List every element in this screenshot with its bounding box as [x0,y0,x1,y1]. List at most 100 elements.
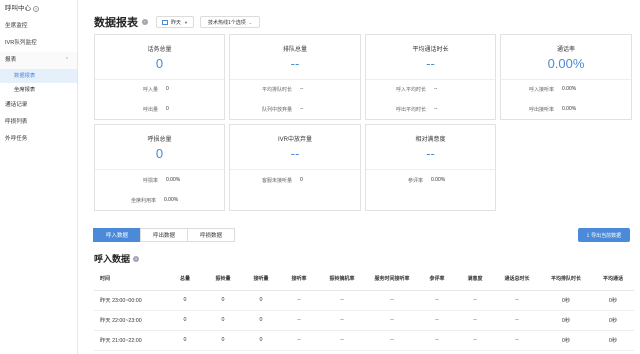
table-row: 昨天 22:00~23:00 0 0 0 -- -- -- -- -- -- 0… [94,310,634,331]
column-header[interactable]: 时间 [94,268,166,291]
card-row-value: 0.00% [562,86,577,92]
card-title: IVR中放弃量 [277,137,312,143]
card-satisfaction: 相对满意度 -- 参评率 0.00% [365,124,496,211]
column-header[interactable]: 总量 [166,268,204,291]
column-header[interactable]: 通话总时长 [494,268,540,291]
page-title: 数据报表 [94,17,138,29]
export-button[interactable]: ⤓ 导出当前数据 [578,228,630,242]
card-row-label: 呼入量 [143,87,159,93]
table-cell: 0秒 [540,290,592,311]
filter-select-value: 技术热线1个选项 [207,19,246,26]
card-row-label: 呼出接听率 [529,107,555,113]
card-title: 相对满意度 [415,137,446,143]
section-title-text: 呼入数据 [94,254,131,264]
column-header[interactable]: 服务时间接听率 [366,268,418,291]
card-row-value: 0.00% [562,106,577,112]
card-connect-rate: 通话率 0.00% 呼入接听率 0.00% 呼出接听率 0.00% [500,34,632,120]
column-header[interactable]: 平均通话 [592,268,634,291]
card-divider [95,169,224,170]
tab-outbound[interactable]: 呼出数据 [140,228,188,242]
page-header: 数据报表 i 昨天 ▼ 技术热线1个选项 ⌄ [94,14,261,30]
date-select[interactable]: 昨天 ▼ [156,16,194,28]
table-cell: -- [494,290,540,311]
card-divider [501,79,631,80]
card-row-label: 呼损率 [143,178,159,184]
table-cell: 0 [166,330,204,351]
column-header[interactable]: 振铃摘机率 [318,268,366,291]
tab-call-loss[interactable]: 呼损数据 [187,228,235,242]
card-row: 呼入接听率 0.00% [529,86,576,93]
card-value: -- [290,56,300,71]
table-cell: -- [318,310,366,331]
section-title: 呼入数据 i [94,252,140,265]
table-cell: 0秒 [540,310,592,331]
table-cell: 0 [204,310,242,331]
card-row-value: 0 [166,106,169,112]
table-row: 昨天 21:00~22:00 0 0 0 -- -- -- -- -- -- 0… [94,330,634,351]
table-cell: -- [456,290,494,311]
calendar-icon [162,19,168,25]
tab-inbound[interactable]: 呼入数据 [93,228,141,242]
card-value: -- [426,146,435,161]
column-header[interactable]: 平均排队时长 [540,268,592,291]
table-cell: -- [494,310,540,331]
sidebar-item-label: IVR队列监控 [5,40,37,46]
help-icon[interactable]: ? [33,6,39,12]
card-row-label: 坐席利用率 [131,198,157,204]
sidebar-title-text: 呼叫中心 [5,5,31,12]
table-cell: 0秒 [540,330,592,351]
column-header[interactable]: 满意度 [456,268,494,291]
sidebar-item-label: 呼损列表 [5,119,28,125]
card-title: 呼损总量 [147,137,172,143]
card-row-label: 队列中放弃量 [262,107,293,113]
table-cell: 0 [166,310,204,331]
chevron-down-icon: ▼ [184,19,188,25]
table-cell: -- [318,290,366,311]
data-tabs: 呼入数据 呼出数据 呼损数据 [93,228,235,242]
card-row-label: 呼入接听率 [529,87,555,93]
column-header[interactable]: 接听量 [242,268,280,291]
filter-select[interactable]: 技术热线1个选项 ⌄ [199,16,261,28]
card-divider [230,79,360,80]
card-row-value: 0 [166,86,169,92]
table-cell: 0秒 [592,290,634,311]
date-select-value: 昨天 [171,19,182,26]
sidebar-item-outbound-tasks[interactable]: 外呼任务 [0,131,77,148]
chevron-down-icon: ⌄ [248,19,253,25]
table-row: 昨天 23:00~00:00 0 0 0 -- -- -- -- -- -- 0… [94,290,634,311]
column-header[interactable]: 振铃量 [204,268,242,291]
sidebar-item-seat-monitor[interactable]: 坐席监控 [0,18,77,35]
card-row: 呼损率 0.00% [143,177,180,184]
table-cell: 昨天 22:00~23:00 [94,310,166,331]
sidebar-item-call-loss-list[interactable]: 呼损列表 [0,114,77,131]
table-cell: -- [456,330,494,351]
table-cell: -- [418,310,456,331]
card-inbound-total: 话务总量 0 呼入量 0 呼出量 0 [94,34,225,120]
info-icon[interactable]: i [133,255,140,262]
card-row: 队列中放弃量 -- [262,106,303,113]
table-cell: -- [494,330,540,351]
card-row: 呼入平均时长 -- [396,86,437,93]
sidebar-item-reports[interactable]: 报表 ⌃ [0,52,77,69]
export-button-label: 导出当前数据 [591,232,622,239]
sidebar-subitem-data-report[interactable]: 数据报表 [0,69,77,83]
card-row: 呼入量 0 [143,86,169,93]
table-cell: -- [366,330,418,351]
table-cell: 0秒 [592,330,634,351]
card-value: 0 [155,146,164,161]
sidebar-item-ivr-monitor[interactable]: IVR队列监控 [0,35,77,52]
card-row-value: -- [300,86,304,92]
table-cell: 0 [242,290,280,311]
card-avg-talk: 平均通话时长 -- 呼入平均时长 -- 呼出平均时长 -- [365,34,496,120]
table-cell: 0 [242,330,280,351]
column-header[interactable]: 接听率 [280,268,318,291]
info-icon[interactable]: i [142,19,148,25]
sidebar-subitem-seat-report[interactable]: 坐席报表 [0,83,77,97]
sidebar-title: 呼叫中心 ? [0,0,77,18]
card-row-value: -- [300,106,304,112]
column-header[interactable]: 参评率 [418,268,456,291]
card-value: -- [426,56,435,71]
table-cell: -- [456,310,494,331]
sidebar-item-call-records[interactable]: 通话记录 [0,97,77,114]
card-queue-total: 排队总量 -- 平均排队时长 -- 队列中放弃量 -- [229,34,361,120]
